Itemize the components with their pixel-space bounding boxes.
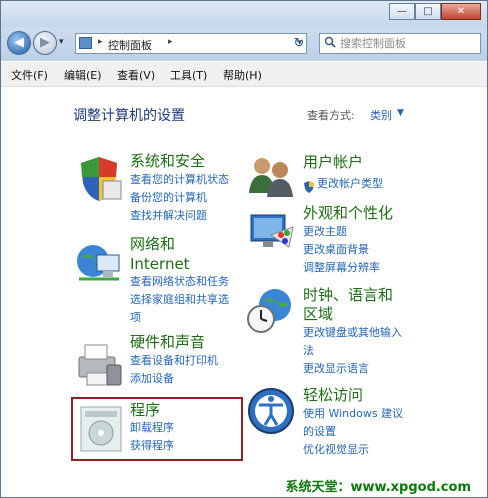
link-change-keyboard-input[interactable]: 更改键盘或其他输入 — [303, 323, 402, 342]
search-box[interactable] — [319, 33, 481, 54]
category-ease-of-access[interactable]: 轻松访问 — [303, 384, 363, 406]
link-use-windows-recommended-line2[interactable]: 的设置 — [303, 422, 336, 441]
category-clock-language-region-line2[interactable]: 区域 — [303, 303, 333, 325]
link-find-fix-problems[interactable]: 查找并解决问题 — [130, 206, 207, 225]
clock-globe-icon[interactable] — [245, 285, 297, 337]
category-system-security[interactable]: 系统和安全 — [130, 150, 205, 172]
link-use-windows-recommended[interactable]: 使用 Windows 建议 — [303, 404, 403, 423]
globe-network-icon[interactable] — [73, 237, 125, 289]
window-controls: — □ ✕ — [389, 3, 481, 20]
minimize-button[interactable]: — — [389, 3, 415, 20]
link-backup-computer[interactable]: 备份您的计算机 — [130, 188, 207, 207]
programs-highlight-box — [71, 397, 243, 461]
search-icon — [324, 36, 336, 51]
forward-button[interactable]: ▶ — [33, 31, 57, 55]
menu-tools[interactable]: 工具(T) — [170, 67, 207, 83]
uac-shield-icon — [303, 178, 315, 193]
category-appearance-personalization[interactable]: 外观和个性化 — [303, 202, 393, 224]
refresh-button[interactable]: ↻ — [288, 34, 310, 53]
recent-pages-dropdown[interactable]: ▾ — [59, 37, 64, 47]
category-user-accounts[interactable]: 用户帐户 — [303, 151, 363, 173]
link-view-computer-status[interactable]: 查看您的计算机状态 — [130, 170, 229, 189]
close-button[interactable]: ✕ — [441, 3, 481, 20]
search-input[interactable] — [340, 35, 476, 52]
link-change-display-language[interactable]: 更改显示语言 — [303, 359, 369, 378]
breadcrumb-separator[interactable]: ▸ — [168, 37, 173, 47]
printer-icon[interactable] — [73, 339, 125, 391]
address-bar[interactable]: ▸ 控制面板 ▸ ▾ — [75, 33, 307, 54]
breadcrumb-control-panel[interactable]: 控制面板 — [108, 37, 152, 53]
shield-icon[interactable] — [73, 153, 125, 205]
control-panel-window: — □ ✕ ◀ ▶ ▾ ▸ 控制面板 ▸ ▾ ↻ 文件(F) 编辑(E) 查看(… — [0, 0, 488, 498]
link-devices-printers[interactable]: 查看设备和打印机 — [130, 351, 218, 370]
category-hardware-sound[interactable]: 硬件和声音 — [130, 331, 205, 353]
page-title: 调整计算机的设置 — [73, 108, 185, 124]
navigation-bar: ◀ ▶ ▾ ▸ 控制面板 ▸ ▾ ↻ — [1, 27, 487, 61]
link-homegroup-sharing[interactable]: 选择家庭组和共享选 — [130, 290, 229, 309]
link-change-keyboard-input-line2[interactable]: 法 — [303, 341, 314, 360]
control-panel-icon — [79, 37, 92, 49]
menu-view[interactable]: 查看(V) — [117, 67, 155, 83]
menu-bar: 文件(F) 编辑(E) 查看(V) 工具(T) 帮助(H) — [1, 62, 487, 87]
menu-help[interactable]: 帮助(H) — [223, 67, 262, 83]
users-icon[interactable] — [245, 151, 297, 203]
watermark: 系统天堂：www.xpgod.com — [1, 473, 487, 497]
link-change-account-type[interactable]: 更改帐户类型 — [317, 174, 383, 193]
breadcrumb-separator[interactable]: ▸ — [98, 37, 103, 47]
menu-edit[interactable]: 编辑(E) — [64, 67, 102, 83]
link-optimize-visual-display[interactable]: 优化视觉显示 — [303, 440, 369, 459]
maximize-button[interactable]: □ — [415, 3, 441, 20]
link-homegroup-sharing-line2[interactable]: 项 — [130, 308, 141, 327]
chevron-down-icon[interactable]: ▼ — [397, 108, 404, 118]
link-add-device[interactable]: 添加设备 — [130, 369, 174, 388]
link-adjust-screen-resolution[interactable]: 调整屏幕分辨率 — [303, 258, 380, 277]
title-bar: — □ ✕ — [1, 1, 487, 27]
back-button[interactable]: ◀ — [7, 31, 31, 55]
view-by-dropdown[interactable]: 类别 — [370, 107, 392, 123]
category-network-internet[interactable]: 网络和 — [130, 233, 175, 255]
link-change-theme[interactable]: 更改主题 — [303, 222, 347, 241]
link-change-desktop-background[interactable]: 更改桌面背景 — [303, 240, 369, 259]
menu-file[interactable]: 文件(F) — [11, 67, 48, 83]
ease-of-access-icon[interactable] — [245, 385, 297, 437]
link-view-network-status[interactable]: 查看网络状态和任务 — [130, 272, 229, 291]
watermark-text: 系统天堂：www.xpgod.com — [285, 480, 472, 495]
view-by-label: 查看方式: — [307, 109, 355, 122]
monitor-palette-icon[interactable] — [245, 207, 297, 259]
